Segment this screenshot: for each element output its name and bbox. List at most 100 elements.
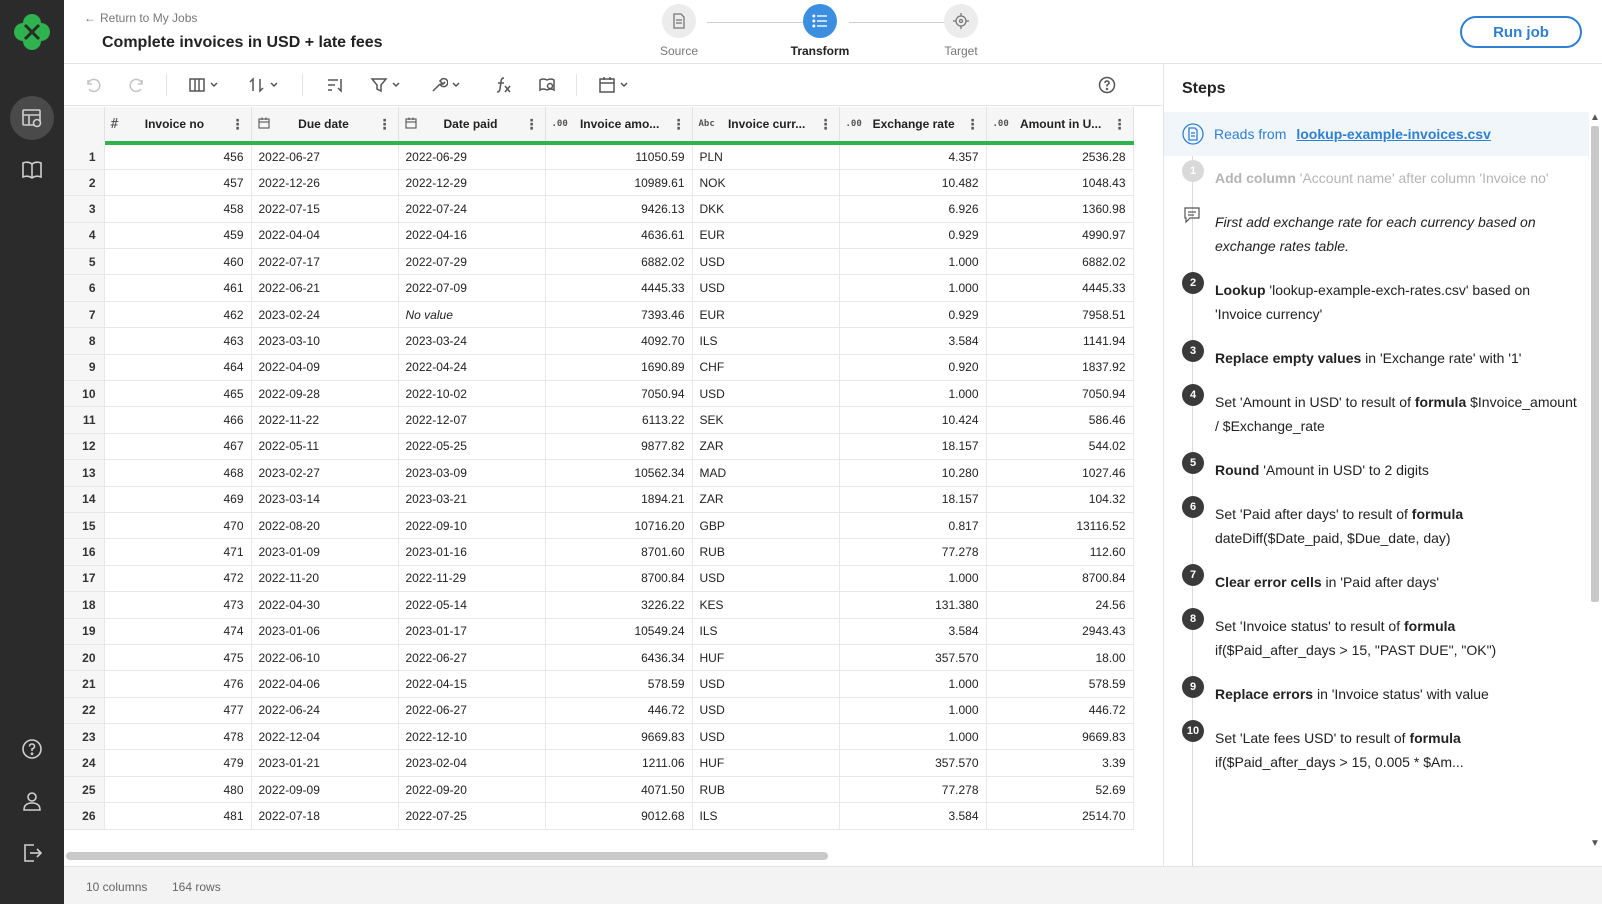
table-cell[interactable]: 3.584 bbox=[839, 802, 987, 830]
table-cell[interactable]: 475 bbox=[104, 644, 252, 672]
table-cell[interactable]: 2514.70 bbox=[986, 802, 1134, 830]
step-item[interactable]: 6 Set 'Paid after days' to result of form… bbox=[1164, 492, 1589, 560]
table-cell[interactable]: 18.157 bbox=[839, 433, 987, 461]
table-cell[interactable]: 77.278 bbox=[839, 776, 987, 804]
table-cell[interactable]: 13116.52 bbox=[986, 512, 1134, 540]
table-cell[interactable]: 8700.84 bbox=[986, 565, 1134, 593]
table-cell[interactable]: 0.929 bbox=[839, 301, 987, 329]
table-cell[interactable]: 456 bbox=[104, 143, 252, 170]
columns-menu-button[interactable] bbox=[188, 72, 219, 98]
table-cell[interactable]: 9669.83 bbox=[986, 723, 1134, 751]
table-cell[interactable]: 2023-01-09 bbox=[251, 538, 399, 566]
table-cell[interactable]: 2022-09-10 bbox=[398, 512, 546, 540]
table-cell[interactable]: DKK bbox=[692, 195, 840, 223]
table-cell[interactable]: USD bbox=[692, 670, 840, 698]
table-cell[interactable]: 24.56 bbox=[986, 591, 1134, 619]
grid-horizontal-scrollbar[interactable] bbox=[66, 852, 828, 860]
table-cell[interactable]: 1027.46 bbox=[986, 459, 1134, 487]
table-cell[interactable]: 4990.97 bbox=[986, 222, 1134, 250]
column-menu-icon[interactable]: ⋮ bbox=[525, 117, 539, 131]
table-cell[interactable]: 2023-03-09 bbox=[398, 459, 546, 487]
table-cell[interactable]: 1360.98 bbox=[986, 195, 1134, 223]
table-cell[interactable]: 4.357 bbox=[839, 143, 987, 170]
rail-help-button[interactable] bbox=[10, 727, 54, 771]
table-cell[interactable]: 0.817 bbox=[839, 512, 987, 540]
table-cell[interactable]: 476 bbox=[104, 670, 252, 698]
column-menu-icon[interactable]: ⋮ bbox=[819, 117, 833, 131]
table-cell[interactable]: 2022-06-27 bbox=[398, 644, 546, 672]
rail-logout-button[interactable] bbox=[10, 831, 54, 875]
table-cell[interactable]: 104.32 bbox=[986, 486, 1134, 513]
table-cell[interactable]: 8700.84 bbox=[545, 565, 693, 593]
table-cell[interactable]: KES bbox=[692, 591, 840, 619]
table-cell[interactable]: 2022-04-06 bbox=[251, 670, 399, 698]
table-cell[interactable]: ILS bbox=[692, 327, 840, 355]
table-cell[interactable]: 2022-11-29 bbox=[398, 565, 546, 593]
table-cell[interactable]: 2022-12-04 bbox=[251, 723, 399, 751]
table-cell[interactable]: CHF bbox=[692, 354, 840, 382]
table-cell[interactable]: 1690.89 bbox=[545, 354, 693, 382]
scroll-down-icon[interactable]: ▼ bbox=[1590, 838, 1600, 849]
table-cell[interactable]: 1.000 bbox=[839, 565, 987, 593]
table-cell[interactable]: 1.000 bbox=[839, 697, 987, 725]
column-header[interactable]: # Invoice no ⋮ bbox=[104, 107, 252, 145]
table-cell[interactable]: 471 bbox=[104, 538, 252, 566]
table-cell[interactable]: 2023-01-06 bbox=[251, 618, 399, 645]
filter-menu-button[interactable] bbox=[370, 72, 401, 98]
table-cell[interactable]: 1894.21 bbox=[545, 486, 693, 513]
table-cell[interactable]: 2022-04-16 bbox=[398, 222, 546, 250]
table-cell[interactable]: 77.278 bbox=[839, 538, 987, 566]
table-cell[interactable]: 3226.22 bbox=[545, 591, 693, 619]
table-cell[interactable]: 2023-03-21 bbox=[398, 486, 546, 513]
table-cell[interactable]: 586.46 bbox=[986, 406, 1134, 434]
table-cell[interactable]: 472 bbox=[104, 565, 252, 593]
table-cell[interactable]: 357.570 bbox=[839, 644, 987, 672]
table-cell[interactable]: 2022-07-18 bbox=[251, 802, 399, 830]
table-cell[interactable]: 463 bbox=[104, 327, 252, 355]
table-cell[interactable]: 2022-07-25 bbox=[398, 802, 546, 830]
table-cell[interactable]: 1141.94 bbox=[986, 327, 1134, 355]
table-cell[interactable]: 2022-09-09 bbox=[251, 776, 399, 804]
table-cell[interactable]: GBP bbox=[692, 512, 840, 540]
table-cell[interactable]: 2022-05-11 bbox=[251, 433, 399, 461]
step-item[interactable]: 3 Replace empty values in 'Exchange rate'… bbox=[1164, 336, 1589, 380]
table-cell[interactable]: 1837.92 bbox=[986, 354, 1134, 382]
lookup-button[interactable] bbox=[538, 72, 556, 98]
table-cell[interactable]: 3.584 bbox=[839, 618, 987, 645]
table-cell[interactable]: 2022-07-24 bbox=[398, 195, 546, 223]
table-cell[interactable]: RUB bbox=[692, 776, 840, 804]
table-cell[interactable]: 3.584 bbox=[839, 327, 987, 355]
table-cell[interactable]: 2023-03-10 bbox=[251, 327, 399, 355]
table-cell[interactable]: 2022-09-28 bbox=[251, 380, 399, 408]
undo-button[interactable] bbox=[84, 72, 102, 98]
table-cell[interactable]: 446.72 bbox=[986, 697, 1134, 725]
table-cell[interactable]: 578.59 bbox=[986, 670, 1134, 698]
formula-button[interactable] bbox=[494, 72, 512, 98]
step-item[interactable]: 4 Set 'Amount in USD' to result of formul… bbox=[1164, 380, 1589, 448]
table-cell[interactable]: 2022-06-27 bbox=[398, 697, 546, 725]
table-cell[interactable]: 9012.68 bbox=[545, 802, 693, 830]
table-cell[interactable]: 2022-04-24 bbox=[398, 354, 546, 382]
table-cell[interactable]: USD bbox=[692, 380, 840, 408]
table-cell[interactable]: 6882.02 bbox=[986, 248, 1134, 276]
table-cell[interactable]: 10549.24 bbox=[545, 618, 693, 645]
table-cell[interactable]: 2022-07-09 bbox=[398, 274, 546, 302]
table-cell[interactable]: 2022-08-20 bbox=[251, 512, 399, 540]
table-cell[interactable]: 10.280 bbox=[839, 459, 987, 487]
table-cell[interactable]: 11050.59 bbox=[545, 143, 693, 170]
column-header[interactable]: Date paid ⋮ bbox=[398, 107, 546, 145]
step-transform[interactable]: Transform bbox=[790, 4, 850, 58]
table-cell[interactable]: 18.00 bbox=[986, 644, 1134, 672]
table-cell[interactable]: No value bbox=[398, 301, 546, 329]
table-cell[interactable]: 2022-11-20 bbox=[251, 565, 399, 593]
sort-rows-button[interactable] bbox=[326, 72, 344, 98]
table-cell[interactable]: 52.69 bbox=[986, 776, 1134, 804]
table-cell[interactable]: 3.39 bbox=[986, 749, 1134, 777]
step-target[interactable]: Target bbox=[931, 4, 991, 58]
source-step[interactable]: Reads from lookup-example-invoices.csv bbox=[1164, 112, 1589, 156]
step-item[interactable]: 7 Clear error cells in 'Paid after days' bbox=[1164, 560, 1589, 604]
table-cell[interactable]: 460 bbox=[104, 248, 252, 276]
table-cell[interactable]: 2022-12-10 bbox=[398, 723, 546, 751]
table-cell[interactable]: 480 bbox=[104, 776, 252, 804]
table-cell[interactable]: 4071.50 bbox=[545, 776, 693, 804]
